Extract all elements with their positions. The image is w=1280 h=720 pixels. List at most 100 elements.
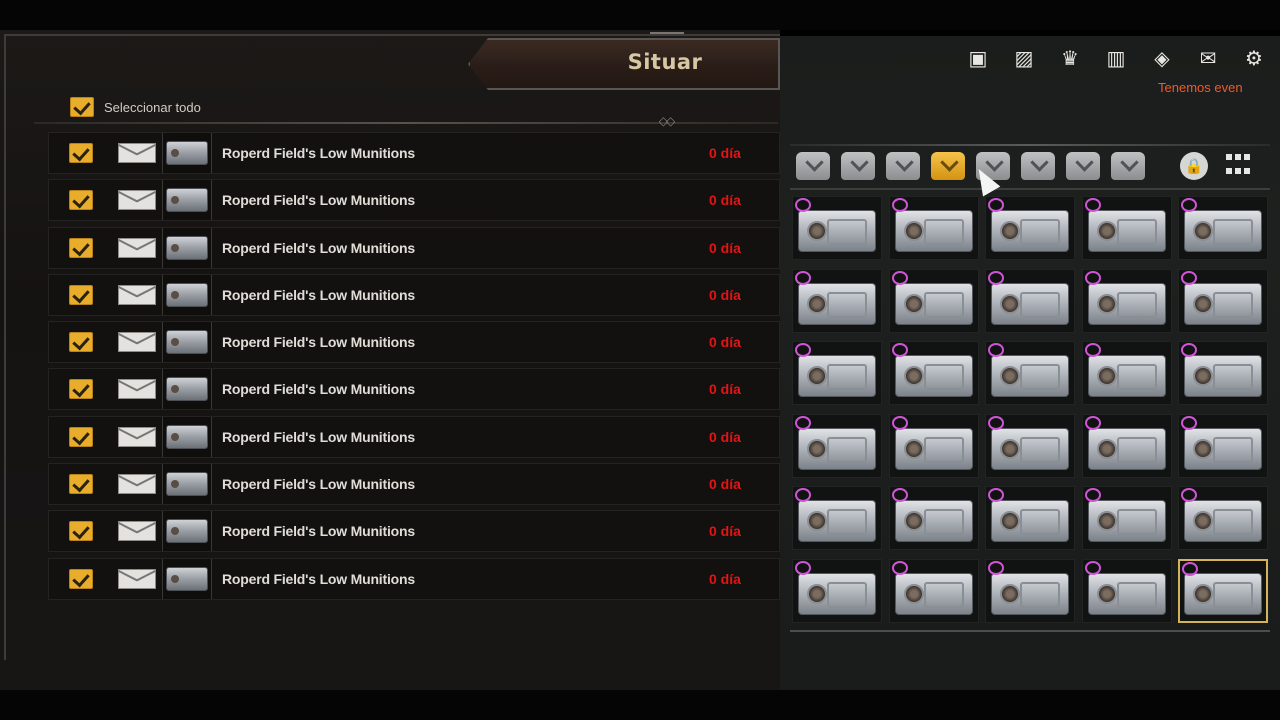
- mail-checkbox[interactable]: [69, 284, 93, 305]
- ammo-crate-icon: [166, 188, 208, 213]
- inventory-slot[interactable]: [985, 413, 1075, 478]
- inventory-slot[interactable]: [1178, 486, 1268, 550]
- inventory-slot[interactable]: [888, 341, 979, 405]
- mail-checkbox[interactable]: [69, 568, 93, 589]
- mail-checkbox[interactable]: [69, 143, 93, 163]
- mail-checkbox[interactable]: [69, 426, 93, 447]
- grid-view-icon[interactable]: [1226, 154, 1252, 178]
- ammo-crate-icon: [894, 572, 973, 615]
- mail-item-name: Roperd Field's Low Munitions: [222, 334, 415, 351]
- timer-icon: [988, 415, 1004, 430]
- inventory-slot[interactable]: [1178, 558, 1268, 623]
- mail-row[interactable]: Roperd Field's Low Munitions 0 día: [48, 132, 780, 174]
- settings-icon[interactable]: ⚙: [1231, 44, 1277, 72]
- select-all-label: Seleccionar todo: [104, 99, 201, 115]
- inventory-slot[interactable]: [1081, 268, 1172, 333]
- academy-icon[interactable]: ◈: [1139, 44, 1185, 72]
- inventory-slot[interactable]: [1178, 341, 1268, 405]
- map-icon[interactable]: ▨: [1001, 44, 1047, 72]
- inventory-slot[interactable]: [985, 558, 1075, 623]
- timer-icon: [1084, 343, 1101, 357]
- lock-icon[interactable]: 🔒: [1180, 152, 1208, 180]
- bag-tab-icon[interactable]: [796, 152, 830, 180]
- envelope-icon: [118, 379, 156, 400]
- bag-tab-icon[interactable]: [1021, 152, 1055, 180]
- inventory-slot[interactable]: [985, 486, 1075, 550]
- mail-checkbox[interactable]: [69, 474, 93, 495]
- inventory-slot[interactable]: [888, 268, 979, 333]
- tabs-divider: [790, 188, 1270, 190]
- timer-icon: [795, 560, 811, 575]
- inventory-slot[interactable]: [1081, 413, 1172, 478]
- inventory-slot[interactable]: [792, 486, 882, 550]
- mail-checkbox[interactable]: [69, 521, 93, 542]
- select-all[interactable]: Seleccionar todo: [70, 96, 201, 118]
- inventory-slot[interactable]: [792, 413, 882, 478]
- inventory-slot[interactable]: [1081, 558, 1172, 623]
- envelope-icon: [118, 143, 156, 163]
- mail-checkbox[interactable]: [69, 379, 93, 400]
- mail-days-left: 0 día: [709, 570, 741, 587]
- ammo-crate-icon: [991, 427, 1069, 470]
- inventory-slot[interactable]: [1081, 486, 1172, 550]
- gift-icon[interactable]: ▥: [1093, 44, 1139, 72]
- inventory-slot[interactable]: [792, 341, 882, 405]
- inventory-slot[interactable]: [1178, 196, 1268, 260]
- mail-days-left: 0 día: [709, 239, 741, 256]
- mail-row[interactable]: Roperd Field's Low Munitions 0 día: [48, 273, 780, 316]
- notice-icon[interactable]: ▣: [955, 44, 1001, 72]
- mail-checkbox[interactable]: [69, 190, 93, 211]
- inventory-slot[interactable]: [888, 558, 979, 623]
- trophy-icon[interactable]: ♛: [1047, 44, 1093, 72]
- select-all-checkbox[interactable]: [70, 97, 94, 117]
- ammo-crate-icon: [166, 566, 208, 591]
- mail-row[interactable]: Roperd Field's Low Munitions 0 día: [48, 226, 780, 269]
- mail-row[interactable]: Roperd Field's Low Munitions 0 día: [48, 368, 780, 411]
- bag-tab-icon[interactable]: [1066, 152, 1100, 180]
- inventory-slot[interactable]: [792, 268, 882, 333]
- mail-row[interactable]: Roperd Field's Low Munitions 0 día: [48, 510, 780, 553]
- bag-tab-icon[interactable]: [1111, 152, 1145, 180]
- envelope-icon: [118, 568, 156, 589]
- ammo-crate-icon: [166, 377, 208, 402]
- inventory-slot[interactable]: [985, 341, 1075, 405]
- inventory-slot[interactable]: [888, 196, 979, 260]
- mail-row[interactable]: Roperd Field's Low Munitions 0 día: [48, 179, 780, 222]
- inventory-slot[interactable]: [792, 558, 882, 623]
- mail-row[interactable]: Roperd Field's Low Munitions 0 día: [48, 321, 780, 364]
- mail-row[interactable]: Roperd Field's Low Munitions 0 día: [48, 557, 780, 600]
- inventory-slot[interactable]: [1178, 268, 1268, 333]
- mail-row[interactable]: Roperd Field's Low Munitions 0 día: [48, 415, 780, 458]
- timer-icon: [795, 343, 811, 357]
- inventory-slot[interactable]: [985, 196, 1075, 260]
- bag-tab-icon[interactable]: [841, 152, 875, 180]
- inventory-slot[interactable]: [888, 413, 979, 478]
- timer-icon: [891, 415, 908, 430]
- timer-icon: [891, 488, 908, 502]
- inventory-slot[interactable]: [1081, 196, 1172, 260]
- inventory-slot[interactable]: [1178, 413, 1268, 478]
- ammo-crate-icon: [894, 500, 973, 542]
- mail-item-name: Roperd Field's Low Munitions: [222, 286, 415, 303]
- bag-tab-icon[interactable]: [931, 152, 965, 180]
- ammo-crate-icon: [1087, 572, 1166, 615]
- inventory-slot[interactable]: [985, 268, 1075, 333]
- inventory-slot[interactable]: [888, 486, 979, 550]
- timer-icon: [795, 415, 811, 430]
- inventory-slot[interactable]: [1081, 341, 1172, 405]
- bag-tab-icon[interactable]: [886, 152, 920, 180]
- mail-days-left: 0 día: [709, 334, 741, 351]
- timer-icon: [891, 270, 908, 285]
- mail-checkbox[interactable]: [69, 237, 93, 258]
- ammo-crate-icon: [798, 427, 876, 470]
- timer-icon: [795, 270, 811, 285]
- mail-item-name: Roperd Field's Low Munitions: [222, 476, 415, 493]
- mail-row[interactable]: Roperd Field's Low Munitions 0 día: [48, 463, 780, 506]
- timer-icon: [1181, 488, 1197, 502]
- inventory-slot[interactable]: [792, 196, 882, 260]
- timer-icon: [988, 198, 1004, 212]
- mail-checkbox[interactable]: [69, 332, 93, 353]
- mail-icon[interactable]: ✉: [1185, 44, 1231, 72]
- mail-days-left: 0 día: [709, 192, 741, 209]
- ammo-crate-icon: [798, 572, 876, 615]
